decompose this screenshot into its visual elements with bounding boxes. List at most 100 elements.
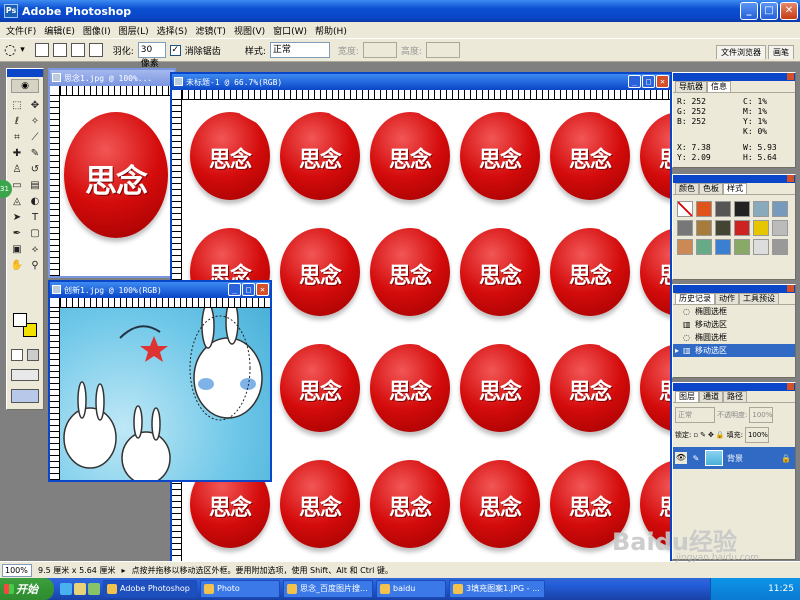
marquee-tool-icon[interactable]: ◌ bbox=[4, 42, 16, 58]
brush-tool-icon[interactable]: ✎ bbox=[27, 147, 43, 161]
slice-tool-icon[interactable]: ⟋ bbox=[27, 131, 43, 145]
add-selection-icon[interactable] bbox=[52, 43, 67, 57]
menu-file[interactable]: 文件(F) bbox=[2, 24, 40, 37]
start-button[interactable]: 开始 bbox=[0, 578, 54, 600]
tab-layers[interactable]: 图层 bbox=[675, 391, 699, 402]
magic-wand-icon[interactable]: ✧ bbox=[27, 115, 43, 129]
marquee-tool-icon[interactable]: ⬚ bbox=[9, 99, 25, 113]
menu-filter[interactable]: 滤镜(T) bbox=[191, 24, 230, 37]
menu-window[interactable]: 窗口(W) bbox=[269, 24, 311, 37]
type-tool-icon[interactable]: T bbox=[27, 211, 43, 225]
menu-image[interactable]: 图像(I) bbox=[79, 24, 115, 37]
history-item-selected[interactable]: ▸ ▥ 移动选区 bbox=[673, 344, 795, 357]
tab-swatches[interactable]: 色板 bbox=[699, 183, 723, 194]
notes-tool-icon[interactable]: ▣ bbox=[9, 243, 25, 257]
crop-tool-icon[interactable]: ⌗ bbox=[9, 131, 25, 145]
path-select-icon[interactable]: ➤ bbox=[9, 211, 25, 225]
pen-tool-icon[interactable]: ✒ bbox=[9, 227, 25, 241]
tab-file-browser[interactable]: 文件浏览器 bbox=[716, 45, 766, 59]
tray-clock[interactable]: 11:25 bbox=[768, 584, 794, 594]
lock-brush-icon[interactable]: ✎ bbox=[700, 431, 706, 439]
move-tool-icon[interactable]: ✥ bbox=[27, 99, 43, 113]
minimize-button[interactable]: _ bbox=[740, 2, 758, 20]
menu-view[interactable]: 视图(V) bbox=[230, 24, 269, 37]
new-selection-icon[interactable] bbox=[34, 43, 49, 57]
history-item[interactable]: ◌ 椭圆选框 bbox=[673, 305, 795, 318]
menu-select[interactable]: 选择(S) bbox=[153, 24, 192, 37]
tab-info[interactable]: 信息 bbox=[707, 81, 731, 92]
blur-tool-icon[interactable]: ◬ bbox=[9, 195, 25, 209]
task-image-viewer[interactable]: 3填充图案1.JPG - ... bbox=[449, 580, 545, 598]
document-maximize-button[interactable]: □ bbox=[642, 75, 655, 88]
hand-tool-icon[interactable]: ✋ bbox=[9, 259, 25, 273]
style-swatch[interactable] bbox=[677, 220, 693, 236]
style-swatch[interactable] bbox=[715, 220, 731, 236]
style-swatch[interactable] bbox=[734, 220, 750, 236]
document-maximize-button[interactable]: □ bbox=[242, 283, 255, 296]
foreground-color-swatch[interactable] bbox=[13, 313, 27, 327]
stamp-tool-icon[interactable]: ♙ bbox=[9, 163, 25, 177]
quick-mask-icon[interactable] bbox=[11, 349, 23, 361]
fill-input[interactable]: 100% bbox=[744, 427, 769, 443]
quicklaunch-icon[interactable] bbox=[74, 583, 86, 595]
menu-help[interactable]: 帮助(H) bbox=[311, 24, 351, 37]
task-baidu-image-search[interactable]: 思念_百度图片搜... bbox=[283, 580, 373, 598]
tab-color[interactable]: 颜色 bbox=[675, 183, 699, 194]
gradient-tool-icon[interactable]: ▤ bbox=[27, 179, 43, 193]
style-swatch[interactable] bbox=[734, 239, 750, 255]
dodge-tool-icon[interactable]: ◐ bbox=[27, 195, 43, 209]
width-input[interactable] bbox=[362, 42, 397, 58]
style-swatch[interactable] bbox=[696, 201, 712, 217]
tab-tool-presets[interactable]: 工具预设 bbox=[739, 293, 779, 304]
style-swatch[interactable] bbox=[696, 220, 712, 236]
tab-history[interactable]: 历史记录 bbox=[675, 293, 715, 304]
menu-edit[interactable]: 编辑(E) bbox=[40, 24, 79, 37]
panel-close-icon[interactable] bbox=[787, 383, 794, 390]
style-swatch[interactable] bbox=[753, 220, 769, 236]
status-arrow-icon[interactable]: ▸ bbox=[121, 566, 125, 575]
document-canvas[interactable]: 思念 bbox=[60, 96, 174, 276]
app-title-bar[interactable]: Ps Adobe Photoshop _ □ ✕ bbox=[0, 0, 800, 22]
panel-close-icon[interactable] bbox=[787, 285, 794, 292]
style-select[interactable]: 正常 bbox=[269, 42, 330, 58]
jump-to-imageready-icon[interactable] bbox=[11, 389, 39, 403]
subtract-selection-icon[interactable] bbox=[70, 43, 85, 57]
history-brush-icon[interactable]: ↺ bbox=[27, 163, 43, 177]
healing-brush-icon[interactable]: ✚ bbox=[9, 147, 25, 161]
maximize-button[interactable]: □ bbox=[760, 2, 778, 20]
history-item[interactable]: ◌ 椭圆选框 bbox=[673, 331, 795, 344]
lock-transparency-icon[interactable]: ▫ bbox=[693, 431, 698, 439]
style-swatch[interactable] bbox=[772, 201, 788, 217]
rabbit-image-canvas[interactable] bbox=[60, 308, 270, 480]
panel-title-bar[interactable] bbox=[673, 175, 795, 183]
style-swatch[interactable] bbox=[753, 201, 769, 217]
antialias-checkbox[interactable]: ✓ bbox=[169, 44, 181, 56]
lock-all-icon[interactable]: 🔒 bbox=[716, 431, 725, 439]
style-swatch[interactable] bbox=[696, 239, 712, 255]
standard-mode-icon[interactable] bbox=[27, 349, 39, 361]
quicklaunch-icon[interactable] bbox=[60, 583, 72, 595]
task-baidu-folder[interactable]: baidu bbox=[376, 580, 446, 598]
height-input[interactable] bbox=[425, 42, 460, 58]
document-close-button[interactable]: ✕ bbox=[256, 283, 269, 296]
quicklaunch-icon[interactable] bbox=[88, 583, 100, 595]
toolbox-title-bar[interactable] bbox=[7, 69, 43, 77]
zoom-input[interactable]: 100% bbox=[2, 563, 32, 577]
shape-tool-icon[interactable]: ▢ bbox=[27, 227, 43, 241]
tab-brushes[interactable]: 画笔 bbox=[768, 45, 794, 59]
task-photo-folder[interactable]: Photo bbox=[200, 580, 280, 598]
opacity-input[interactable]: 100% bbox=[749, 407, 774, 423]
document-title-bar[interactable]: 创新1.jpg @ 100%(RGB) _ □ ✕ bbox=[50, 282, 270, 298]
eyedropper-icon[interactable]: ⟡ bbox=[27, 243, 43, 257]
style-swatch[interactable] bbox=[715, 201, 731, 217]
tab-styles[interactable]: 样式 bbox=[723, 183, 747, 194]
panel-close-icon[interactable] bbox=[787, 175, 794, 182]
tool-preset-dropdown-icon[interactable]: ▾ bbox=[20, 45, 25, 55]
history-item[interactable]: ▥ 移动选区 bbox=[673, 318, 795, 331]
panel-title-bar[interactable] bbox=[673, 73, 795, 81]
style-swatch[interactable] bbox=[715, 239, 731, 255]
tab-actions[interactable]: 动作 bbox=[715, 293, 739, 304]
document-window-sinian[interactable]: 思念1.jpg @ 100%... 思念 bbox=[48, 68, 176, 278]
screen-mode-icon[interactable] bbox=[11, 369, 39, 381]
panel-close-icon[interactable] bbox=[787, 73, 794, 80]
